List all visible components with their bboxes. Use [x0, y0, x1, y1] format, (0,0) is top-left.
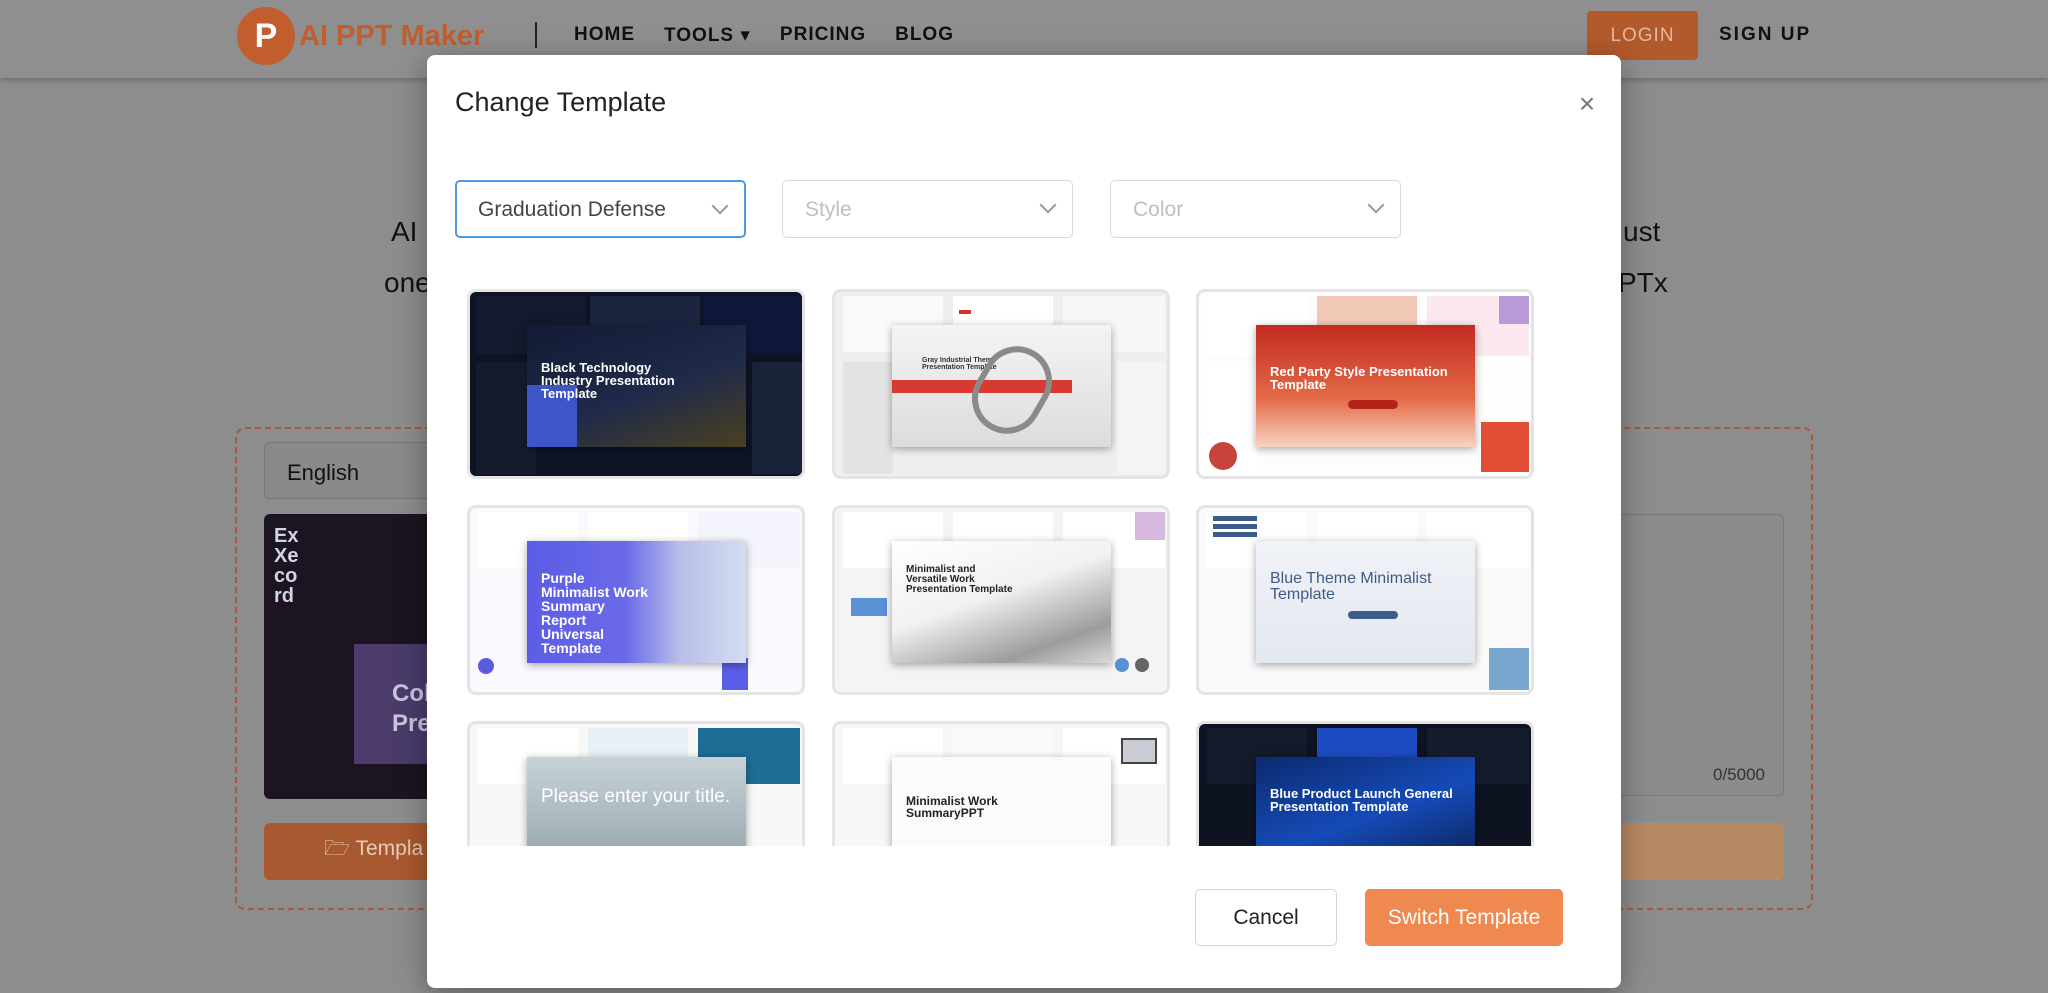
template-card[interactable]: Purple Minimalist Work Summary Report Un…	[467, 505, 805, 695]
logo-text: AI PPT Maker	[299, 19, 485, 52]
template-card[interactable]: Gray Industrial Theme Presentation Templ…	[832, 289, 1170, 479]
template-button[interactable]: 🗁 Templa	[264, 823, 436, 880]
modal-title: Change Template	[455, 87, 667, 117]
thumb-accent	[478, 658, 494, 674]
template-cover: Blue Product Launch General Presentation…	[1256, 757, 1475, 846]
template-title: Black Technology Industry Presentation T…	[541, 360, 675, 401]
thumb-accent	[1213, 532, 1257, 537]
chevron-down-icon	[1367, 196, 1385, 214]
category-select[interactable]: Graduation Defense	[455, 180, 746, 238]
nav-home[interactable]: HOME	[574, 24, 635, 47]
cancel-button[interactable]: Cancel	[1195, 889, 1337, 946]
color-select-placeholder: Color	[1133, 198, 1184, 221]
thumb-accent	[959, 310, 971, 314]
cover-button	[1348, 400, 1398, 409]
template-cover: Minimalist and Versatile Work Presentati…	[892, 541, 1111, 663]
topic-textarea[interactable]	[1612, 514, 1784, 796]
template-cover: Black Technology Industry Presentation T…	[527, 325, 746, 447]
wrench-icon	[959, 333, 1065, 447]
nav-blog[interactable]: BLOG	[895, 24, 954, 47]
thumb-accent	[1135, 512, 1165, 540]
cover-button	[1348, 611, 1398, 619]
thumb-accent	[1209, 442, 1237, 470]
template-cover: Minimalist Work SummaryPPT	[892, 757, 1111, 846]
preview-text: Ex Xe co rd	[274, 525, 299, 607]
template-card[interactable]: Minimalist and Versatile Work Presentati…	[832, 505, 1170, 695]
thumb-slide	[1317, 296, 1417, 326]
switch-template-button[interactable]: Switch Template	[1365, 889, 1563, 946]
preview-text: Col Pre	[392, 680, 431, 737]
template-cover: Gray Industrial Theme Presentation Templ…	[892, 325, 1111, 447]
template-grid: Black Technology Industry Presentation T…	[467, 289, 1587, 846]
template-title: Minimalist Work SummaryPPT	[906, 794, 998, 820]
hero-text-fragment: PTx	[1618, 267, 1668, 298]
char-counter: 0/5000	[1713, 765, 1765, 784]
nav-links: HOME TOOLS ▾ PRICING BLOG	[574, 24, 954, 47]
template-card[interactable]: Blue Product Launch General Presentation…	[1196, 721, 1534, 846]
change-template-modal: Change Template × Graduation Defense Sty…	[427, 55, 1621, 988]
template-cover: Purple Minimalist Work Summary Report Un…	[527, 541, 746, 663]
template-card[interactable]: Red Party Style Presentation Template	[1196, 289, 1534, 479]
signup-link[interactable]: SIGN UP	[1719, 24, 1811, 46]
thumb-accent	[1115, 658, 1129, 672]
thumb-accent	[1481, 422, 1529, 472]
template-card[interactable]: Black Technology Industry Presentation T…	[467, 289, 805, 479]
template-title: Minimalist and Versatile Work Presentati…	[906, 564, 1013, 595]
template-title: Please enter your title.	[541, 786, 731, 807]
category-select-value: Graduation Defense	[478, 198, 666, 221]
template-title: Purple Minimalist Work Summary Report Un…	[541, 570, 649, 656]
style-select-placeholder: Style	[805, 198, 852, 221]
template-cover: Please enter your title.	[527, 757, 746, 846]
template-card[interactable]: Blue Theme Minimalist Template	[1196, 505, 1534, 695]
nav-pricing[interactable]: PRICING	[780, 24, 866, 47]
template-title: Blue Product Launch General Presentation…	[1270, 786, 1453, 814]
template-cover: Blue Theme Minimalist Template	[1256, 541, 1475, 663]
thumb-slide	[843, 362, 893, 474]
login-button[interactable]: LOGIN	[1587, 11, 1698, 60]
thumb-accent	[1499, 296, 1529, 324]
color-select[interactable]: Color	[1110, 180, 1401, 238]
chevron-down-icon	[1039, 196, 1057, 214]
thumb-accent	[1489, 648, 1529, 690]
thumb-slide	[1117, 362, 1165, 474]
template-title: Red Party Style Presentation Template	[1270, 364, 1448, 392]
template-title: Blue Theme Minimalist Template	[1270, 570, 1432, 603]
logo-mark: P	[237, 7, 295, 65]
nav-tools[interactable]: TOOLS ▾	[664, 24, 751, 47]
thumb-accent	[851, 598, 887, 616]
hero-text-fragment: one	[384, 267, 431, 298]
thumb-accent	[1121, 738, 1157, 764]
thumb-slide	[752, 362, 802, 474]
nav-divider	[535, 22, 537, 48]
style-select[interactable]: Style	[782, 180, 1073, 238]
template-cover: Red Party Style Presentation Template	[1256, 325, 1475, 447]
selected-template-preview[interactable]: Ex Xe co rd Col Pre	[264, 514, 434, 799]
close-icon[interactable]: ×	[1572, 88, 1602, 119]
generate-button[interactable]	[1612, 823, 1784, 880]
thumb-accent	[1213, 516, 1257, 521]
hero-text-fragment: ust	[1623, 216, 1661, 247]
thumb-accent	[1135, 658, 1149, 672]
thumb-accent	[1213, 524, 1257, 529]
chevron-down-icon	[711, 197, 729, 215]
template-card[interactable]: Please enter your title.	[467, 721, 805, 846]
template-card[interactable]: Minimalist Work SummaryPPT	[832, 721, 1170, 846]
